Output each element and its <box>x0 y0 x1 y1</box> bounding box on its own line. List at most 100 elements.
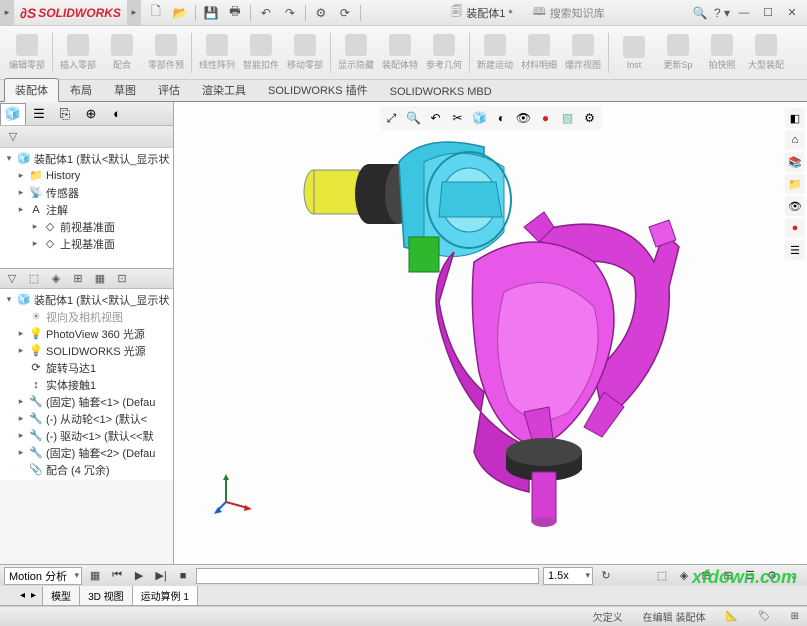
print-button[interactable]: 🖶 <box>224 3 246 23</box>
ribbon-拍快照[interactable]: 拍快照 <box>701 29 743 77</box>
task-pane-lib[interactable]: 📚 <box>785 152 805 172</box>
undo-button[interactable]: ↶ <box>255 3 277 23</box>
ribbon-装配体特征[interactable]: 装配体特 <box>379 29 421 77</box>
task-pane-toggle[interactable]: ◧ <box>785 108 805 128</box>
tree-item[interactable]: ▸📡传感器 <box>2 184 171 201</box>
ribbon-爆炸视图[interactable]: 爆炸视图 <box>562 29 604 77</box>
motion-item[interactable]: 📎配合 (4 冗余) <box>2 461 171 478</box>
motion-opt-1[interactable]: ⬚ <box>653 567 671 585</box>
study-type-combo[interactable]: Motion 分析 <box>4 567 82 585</box>
tree-item[interactable]: ▸A注解 <box>2 201 171 218</box>
filter-button[interactable]: ▽ <box>4 128 22 146</box>
help-button[interactable]: ? ▾ <box>711 3 733 23</box>
tab-装配体[interactable]: 装配体 <box>4 78 59 102</box>
tab-scroll-right[interactable]: ▸ <box>31 590 36 601</box>
ribbon-智能扣件[interactable]: 智能扣件 <box>240 29 282 77</box>
motion-item[interactable]: ↕实体接触1 <box>2 376 171 393</box>
tab-评估[interactable]: 评估 <box>147 78 191 101</box>
status-tags[interactable]: 🏷 <box>758 611 771 622</box>
motion-tree-root[interactable]: ▾🧊 装配体1 (默认<默认_显示状 <box>2 291 171 308</box>
stop-button[interactable]: ■ <box>174 567 192 585</box>
tree-item[interactable]: ▸◇上视基准面 <box>2 235 171 252</box>
ribbon-更新Speedpak[interactable]: 更新Sp <box>657 29 699 77</box>
motion-item[interactable]: ▸🔧(-) 驱动<1> (默认<<默 <box>2 427 171 444</box>
search-box[interactable]: 🕮搜索知识库 <box>533 3 605 22</box>
status-bar: 欠定义 在编辑 装配体 📐 🏷 ⊞ <box>0 606 807 626</box>
motion-item[interactable]: ▸🔧(-) 从动轮<1> (默认< <box>2 410 171 427</box>
ribbon-零部件预览[interactable]: 零部件预 <box>145 29 187 77</box>
tree-root[interactable]: ▾🧊 装配体1 (默认<默认_显示状 <box>2 150 171 167</box>
minimize-button[interactable]: — <box>733 4 755 22</box>
ribbon-材料明细表[interactable]: 材料明细 <box>518 29 560 77</box>
feature-tree-tab[interactable]: 🧊 <box>0 103 26 125</box>
ribbon-参考几何体[interactable]: 参考几何 <box>423 29 465 77</box>
tab-草图[interactable]: 草图 <box>103 78 147 101</box>
display-tab[interactable]: ◐ <box>104 103 130 125</box>
graphics-area[interactable]: ⤢ 🔍 ↶ ✂ 🧊 ◐ 👁 ● ▧ ⚙ ◧ ⌂ 📚 📁 👁 ● ☰ <box>174 102 807 564</box>
rebuild-button[interactable]: ⟳ <box>334 3 356 23</box>
ribbon-线性阵列[interactable]: 线性阵列 <box>196 29 238 77</box>
task-pane-props[interactable]: ☰ <box>785 240 805 260</box>
tab-布局[interactable]: 布局 <box>59 78 103 101</box>
motion-item[interactable]: ▸🔧(固定) 轴套<2> (Defau <box>2 444 171 461</box>
tab-SOLIDWORKS MBD[interactable]: SOLIDWORKS MBD <box>379 82 503 101</box>
options-button[interactable]: ⚙ <box>310 3 332 23</box>
view-triad[interactable] <box>214 474 254 514</box>
motion-item[interactable]: ▸💡PhotoView 360 光源 <box>2 325 171 342</box>
ribbon-大型装配体[interactable]: 大型装配 <box>745 29 787 77</box>
ribbon-显示隐藏[interactable]: 显示隐藏 <box>335 29 377 77</box>
tab-scroll-left[interactable]: ◂ <box>20 590 25 601</box>
ribbon-配合[interactable]: 配合 <box>101 29 143 77</box>
motion-tree[interactable]: ▾🧊 装配体1 (默认<默认_显示状 ☀视向及相机视图▸💡PhotoView 3… <box>0 289 173 480</box>
tree-item[interactable]: ▸📁History <box>2 167 171 184</box>
motion-filter-4[interactable]: ▦ <box>90 270 110 288</box>
motion-opt-2[interactable]: ◈ <box>675 567 693 585</box>
ribbon-插入零部件[interactable]: 插入零部 <box>57 29 99 77</box>
ribbon-新建运动算例[interactable]: 新建运动 <box>474 29 516 77</box>
play-start-button[interactable]: ⏮ <box>108 567 126 585</box>
logo-menu-arrow[interactable]: ▸ <box>127 0 141 25</box>
motion-filter-2[interactable]: ◈ <box>46 270 66 288</box>
tree-item[interactable]: ▸◇前视基准面 <box>2 218 171 235</box>
save-button[interactable]: 💾 <box>200 3 222 23</box>
maximize-button[interactable]: ☐ <box>757 4 779 22</box>
ribbon-Instant3D[interactable]: Inst <box>613 29 655 77</box>
main-menu-arrow[interactable]: ▸ <box>0 0 14 25</box>
motion-item[interactable]: ☀视向及相机视图 <box>2 308 171 325</box>
motion-filter-3[interactable]: ⊞ <box>68 270 88 288</box>
dimxpert-tab[interactable]: ⊕ <box>78 103 104 125</box>
bottom-tab-模型[interactable]: 模型 <box>42 586 80 606</box>
status-units[interactable]: 📐 <box>725 611 737 622</box>
redo-button[interactable]: ↷ <box>279 3 301 23</box>
loop-button[interactable]: ↻ <box>597 567 615 585</box>
bottom-tab-3D 视图[interactable]: 3D 视图 <box>79 586 133 606</box>
playback-speed-combo[interactable]: 1.5x <box>543 567 593 585</box>
tab-SOLIDWORKS 插件[interactable]: SOLIDWORKS 插件 <box>257 78 379 101</box>
open-button[interactable]: 📂 <box>169 3 191 23</box>
bottom-tab-运动算例 1[interactable]: 运动算例 1 <box>132 586 198 606</box>
motion-item[interactable]: ▸💡SOLIDWORKS 光源 <box>2 342 171 359</box>
search-icon[interactable]: 🔍 <box>689 3 711 23</box>
close-button[interactable]: ✕ <box>781 4 803 22</box>
task-pane-view[interactable]: 👁 <box>785 196 805 216</box>
play-end-button[interactable]: ▶| <box>152 567 170 585</box>
task-pane-explorer[interactable]: 📁 <box>785 174 805 194</box>
calculate-button[interactable]: ▦ <box>86 567 104 585</box>
ribbon-编辑零部件[interactable]: 编辑零部 <box>6 29 48 77</box>
motion-item[interactable]: ⟳旋转马达1 <box>2 359 171 376</box>
feature-tree[interactable]: ▾🧊 装配体1 (默认<默认_显示状 ▸📁History▸📡传感器▸A注解▸◇前… <box>0 148 173 268</box>
motion-filter-5[interactable]: ⊡ <box>112 270 132 288</box>
task-pane-appearance[interactable]: ● <box>785 218 805 238</box>
timeline[interactable] <box>196 568 539 584</box>
task-pane-home[interactable]: ⌂ <box>785 130 805 150</box>
new-doc-button[interactable]: 🗋 <box>145 3 167 23</box>
play-button[interactable]: ▶ <box>130 567 148 585</box>
property-tab[interactable]: ☰ <box>26 103 52 125</box>
motion-filter-asm[interactable]: ▽ <box>2 270 22 288</box>
config-tab[interactable]: ⎘ <box>52 103 78 125</box>
motion-item[interactable]: ▸🔧(固定) 轴套<1> (Defau <box>2 393 171 410</box>
motion-filter-1[interactable]: ⬚ <box>24 270 44 288</box>
ribbon-移动零部件[interactable]: 移动零部 <box>284 29 326 77</box>
status-custom[interactable]: ⊞ <box>791 611 799 622</box>
tab-渲染工具[interactable]: 渲染工具 <box>191 78 257 101</box>
